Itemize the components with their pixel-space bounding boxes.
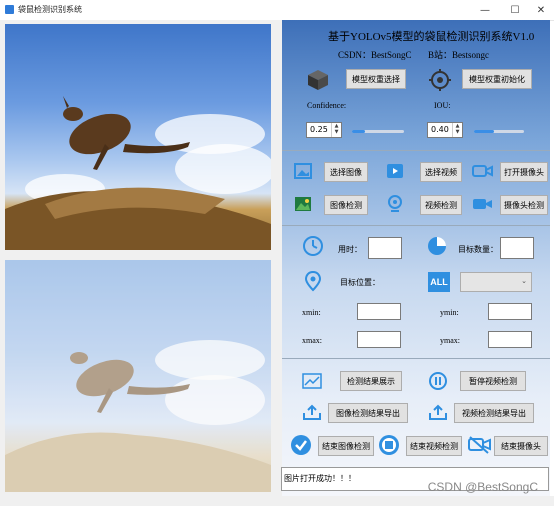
video-camera-icon — [473, 199, 492, 209]
confidence-value: 0.25 — [310, 125, 328, 134]
iou-slider[interactable] — [474, 130, 524, 133]
divider — [282, 150, 550, 151]
select-video-button[interactable]: 选择视频 — [420, 162, 462, 182]
image-panel — [0, 20, 282, 496]
bilibili-label: B站：Bestsongc — [428, 50, 490, 60]
ymax-label: ymax: — [440, 336, 460, 345]
camera-off-icon — [468, 436, 491, 454]
camera-outline-icon — [472, 165, 493, 177]
image-detect-button[interactable]: 图像检测 — [324, 195, 368, 215]
video-detect-button[interactable]: 视频检测 — [420, 195, 462, 215]
count-label: 目标数量： — [458, 245, 498, 254]
kangaroo-result-figure — [5, 352, 271, 492]
video-file-icon — [387, 164, 403, 178]
divider — [282, 225, 550, 226]
confidence-label: Confidence: — [307, 101, 347, 110]
time-field — [368, 237, 402, 259]
ymax-field — [488, 331, 532, 348]
kangaroo-figure — [5, 96, 271, 250]
confidence-slider-fill — [352, 130, 365, 133]
result-image — [5, 260, 271, 492]
control-panel: 基于YOLOv5模型的袋鼠检测识别系统V1.0 CSDN：BestSongC B… — [282, 20, 550, 496]
close-button[interactable]: ✕ — [527, 0, 554, 20]
spin-arrows-icon[interactable]: ▲ ▼ — [331, 123, 341, 137]
spin-arrows-icon[interactable]: ▲ ▼ — [452, 123, 462, 137]
stop-icon — [379, 435, 399, 455]
window-title: 袋鼠检测识别系统 — [18, 5, 82, 14]
model-select-button[interactable]: 模型权重选择 — [346, 69, 406, 89]
window-bottom-border — [0, 496, 554, 506]
csdn-label: CSDN：BestSongC — [338, 50, 412, 60]
webcam-icon — [388, 195, 402, 212]
xmin-field — [357, 303, 401, 320]
export-video-button[interactable]: 视频检测结果导出 — [454, 403, 534, 423]
line-chart-icon — [302, 373, 322, 389]
check-circle-icon — [291, 435, 311, 455]
all-icon: ALL — [428, 272, 450, 292]
end-image-button[interactable]: 结束图像检测 — [318, 436, 374, 456]
confidence-slider[interactable] — [352, 130, 404, 133]
location-pin-icon — [304, 270, 322, 292]
ymin-field — [488, 303, 532, 320]
upload-icon — [429, 404, 447, 420]
xmin-label: xmin: — [302, 308, 321, 317]
camera-detect-button[interactable]: 摄像头检测 — [500, 195, 548, 215]
select-image-button[interactable]: 选择图像 — [324, 162, 368, 182]
upload-icon — [303, 404, 321, 420]
xmax-field — [357, 331, 401, 348]
end-camera-button[interactable]: 结束摄像头 — [494, 436, 548, 456]
image-icon — [294, 163, 312, 179]
position-label: 目标位置： — [340, 278, 380, 287]
landscape-icon — [295, 197, 311, 211]
app-icon — [5, 5, 14, 14]
iou-value: 0.40 — [431, 125, 449, 134]
iou-spinbox[interactable]: 0.40 ▲ ▼ — [427, 122, 463, 138]
status-message: 图片打开成功！！！ — [284, 474, 356, 483]
ymin-label: ymin: — [440, 308, 459, 317]
count-field — [500, 237, 534, 259]
clock-icon — [303, 236, 323, 256]
xmax-label: xmax: — [302, 336, 322, 345]
iou-label: IOU: — [434, 101, 451, 110]
chevron-down-icon: ⌄ — [521, 277, 527, 285]
target-select[interactable]: ⌄ — [460, 272, 532, 292]
minimize-button[interactable]: — — [471, 0, 499, 20]
export-image-button[interactable]: 图像检测结果导出 — [328, 403, 408, 423]
time-label: 用时： — [338, 245, 362, 254]
iou-slider-fill — [474, 130, 494, 133]
cube-icon — [308, 70, 328, 90]
pie-chart-icon — [428, 237, 446, 255]
end-video-button[interactable]: 结束视频检测 — [406, 436, 462, 456]
pause-video-button[interactable]: 暂停视频检测 — [460, 371, 526, 391]
pause-icon — [429, 372, 447, 390]
open-camera-button[interactable]: 打开摄像头 — [500, 162, 548, 182]
divider — [282, 358, 550, 359]
target-icon — [429, 69, 451, 91]
show-result-button[interactable]: 检测结果展示 — [340, 371, 402, 391]
app-title: 基于YOLOv5模型的袋鼠检测识别系统V1.0 — [328, 31, 535, 43]
maximize-button[interactable]: ☐ — [501, 0, 529, 20]
confidence-spinbox[interactable]: 0.25 ▲ ▼ — [306, 122, 342, 138]
original-image — [5, 24, 271, 250]
title-bar: 袋鼠检测识别系统 — ☐ ✕ — [0, 0, 554, 21]
watermark: CSDN @BestSongC — [427, 480, 538, 494]
model-init-button[interactable]: 模型权重初始化 — [462, 69, 532, 89]
